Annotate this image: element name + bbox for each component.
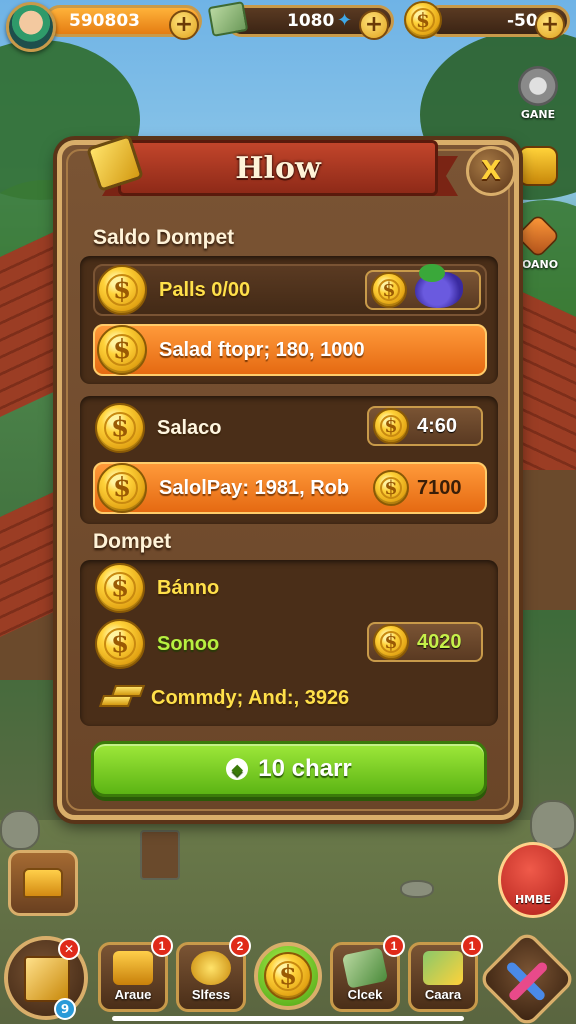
row-banno[interactable]: $ Bánno — [93, 562, 487, 614]
map-icon — [515, 213, 561, 259]
section-title-saldo: Saldo Dompet — [93, 226, 235, 249]
coin-icon: $ — [371, 272, 407, 308]
coin-icon: $ — [95, 403, 145, 453]
chest-button[interactable] — [8, 850, 78, 916]
book-badge: 9 — [54, 998, 76, 1020]
top-hud: 590803 + 1080 + ✦ $ -500 + — [0, 0, 576, 52]
center-coin-button[interactable]: $ — [254, 942, 322, 1010]
row-label: Salad ftopr; 180, 1000 — [159, 338, 365, 361]
notification-badge: 2 — [229, 935, 251, 957]
row-commdy[interactable]: Commdy; And:, 3926 — [93, 674, 487, 722]
add-cash-button[interactable]: + — [359, 10, 389, 40]
section-title-dompet: Dompet — [93, 530, 172, 553]
notification-badge: 1 — [151, 935, 173, 957]
close-badge: ✕ — [58, 938, 80, 960]
leaf-icon: ◆ — [226, 758, 249, 780]
charge-button[interactable]: ◆ 10 charr — [91, 741, 487, 797]
cash-icon — [341, 947, 389, 989]
row-label: Salaco — [157, 416, 222, 439]
home-indicator — [112, 1016, 464, 1021]
coin-icon: $ — [373, 408, 409, 444]
row-label: Commdy; And:, 3926 — [151, 686, 350, 709]
fruit-icon — [415, 264, 463, 308]
row-salad-topup[interactable]: $ Salad ftopr; 180, 1000 — [93, 324, 487, 376]
row-palls[interactable]: $ Palls 0/00 $ — [93, 264, 487, 316]
home-shop-button[interactable]: HMBE — [498, 842, 568, 918]
dock-item-araue[interactable]: Araue 1 — [98, 935, 173, 1012]
gear-icon — [518, 66, 558, 106]
row-reward-chip: $ — [365, 264, 481, 310]
close-button[interactable]: X — [466, 146, 516, 196]
add-gold-button[interactable]: + — [169, 10, 199, 40]
cards-icon — [423, 951, 463, 985]
add-coin-button[interactable]: + — [535, 10, 565, 40]
cash-counter: 1080 + — [226, 5, 394, 40]
row-label: SalolPay: 1981, Rob — [159, 476, 350, 499]
notification-badge: 1 — [383, 935, 405, 957]
coin-icon: $ — [404, 1, 442, 39]
row-salaco[interactable]: $ Salaco $ 4:60 — [93, 402, 487, 454]
battle-button[interactable] — [477, 929, 576, 1024]
chest-icon — [23, 868, 63, 898]
home-shop-label: HMBE — [514, 893, 552, 906]
row-value: 7100 — [417, 476, 462, 499]
coin-icon: $ — [95, 563, 145, 613]
notification-badge: 1 — [461, 935, 483, 957]
row-label: Sonoo — [157, 632, 220, 655]
coin-icon: $ — [373, 624, 409, 660]
coin-icon: $ — [97, 265, 147, 315]
dock-item-slfess[interactable]: Slfess 2 — [176, 935, 251, 1012]
cash-value: 1080 — [287, 11, 335, 31]
coin-icon: $ — [97, 463, 147, 513]
player-avatar[interactable] — [6, 2, 56, 52]
row-value-chip: $ 4:60 — [367, 406, 483, 446]
trophy-icon — [518, 146, 558, 186]
dock-item-clcek[interactable]: Clcek 1 — [330, 935, 405, 1012]
side-button-settings[interactable]: GANE — [508, 66, 568, 121]
row-value-chip: $ 7100 — [369, 468, 481, 508]
row-label: Bánno — [157, 576, 220, 599]
gold-icon — [191, 951, 231, 985]
gold-value: 590803 — [69, 11, 140, 31]
row-value-chip: $ 4020 — [367, 622, 483, 662]
close-icon: X — [480, 156, 502, 186]
dock-item-caara[interactable]: Caara 1 — [408, 935, 483, 1012]
gold-counter: 590803 + — [44, 5, 202, 40]
row-value: 4:60 — [417, 414, 458, 437]
coin-icon: $ — [373, 470, 409, 506]
row-label: Palls 0/00 — [159, 278, 251, 301]
bottom-dock: ✕ 9 Araue 1 Slfess 2 $ Clcek 1 Caara 1 — [0, 928, 576, 1024]
chest-icon — [113, 951, 153, 985]
coin-icon: $ — [264, 952, 312, 1000]
gold-bars-icon — [98, 685, 147, 711]
row-salolpay[interactable]: $ SalolPay: 1981, Rob $ 7100 — [93, 462, 487, 514]
row-sonoo[interactable]: $ Sonoo $ 4020 — [93, 618, 487, 670]
panel-title: Hlow — [118, 140, 438, 196]
coin-icon: $ — [97, 325, 147, 375]
cash-icon — [207, 1, 249, 37]
charge-button-label: 10 charr — [258, 755, 352, 782]
gem-icon: ✦ — [337, 10, 353, 31]
book-button[interactable]: ✕ 9 — [4, 936, 88, 1020]
coin-counter: -500 + — [424, 5, 570, 40]
book-icon — [24, 956, 70, 1002]
coin-icon: $ — [95, 619, 145, 669]
row-value: 4020 — [417, 630, 462, 653]
